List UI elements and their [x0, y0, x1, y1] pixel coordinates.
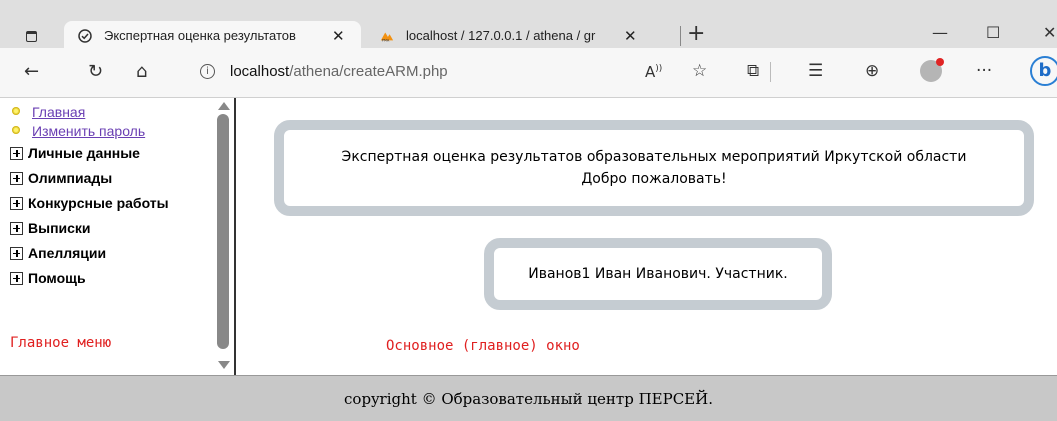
main-frame: Экспертная оценка результатов образовате… [238, 98, 1057, 375]
tree-item-appeals[interactable]: Апелляции [10, 245, 106, 261]
welcome-text: Добро пожаловать! [581, 171, 727, 187]
home-icon[interactable]: ⌂ [136, 61, 147, 82]
expand-icon[interactable] [10, 146, 23, 160]
toolbar-separator [770, 62, 771, 82]
tab-bar: Экспертная оценка результатов ✕ PMA loca… [0, 0, 1057, 50]
left-menu-frame: Главная Изменить пароль Личные данные Ол… [0, 98, 236, 375]
minimize-icon[interactable]: — [932, 23, 948, 42]
expand-icon[interactable] [10, 171, 23, 185]
tab-title: localhost / 127.0.0.1 / athena / gr [406, 28, 596, 43]
expand-icon[interactable] [10, 271, 23, 285]
tab-separator [680, 26, 681, 46]
phpmyadmin-icon: PMA [380, 29, 394, 43]
user-info-panel: Иванов1 Иван Иванович. Участник. [484, 238, 832, 310]
new-tab-icon[interactable]: + [687, 21, 705, 46]
menu-link-label[interactable]: Главная [32, 104, 85, 120]
check-circle-icon [78, 28, 92, 43]
expand-icon[interactable] [10, 221, 23, 235]
tree-item-personal-data[interactable]: Личные данные [10, 145, 140, 161]
close-tab-icon[interactable]: ✕ [624, 27, 637, 45]
favorites-icon[interactable]: ☰ [808, 61, 823, 81]
notification-dot [936, 58, 944, 66]
extensions-icon[interactable]: ⧉ [747, 61, 759, 81]
menu-link-label[interactable]: Изменить пароль [32, 123, 145, 139]
navigation-bar: ← ↻ ⌂ i localhost/athena/createARM.php A… [0, 48, 1057, 98]
info-icon[interactable]: i [200, 64, 215, 79]
url-text[interactable]: localhost/athena/createARM.php [230, 63, 448, 80]
copyright-text: copyright © Образовательный центр ПЕРСЕЙ… [344, 389, 713, 408]
window-menu-icon[interactable] [26, 31, 37, 42]
close-tab-icon[interactable]: ✕ [332, 27, 345, 45]
scroll-down-icon[interactable] [218, 361, 230, 369]
collections-icon[interactable]: ⊕ [865, 61, 879, 81]
refresh-icon[interactable]: ↻ [88, 61, 103, 82]
tab-inactive[interactable]: PMA localhost / 127.0.0.1 / athena / gr … [366, 21, 666, 50]
site-title: Экспертная оценка результатов образовате… [341, 149, 967, 165]
left-scrollbar[interactable] [214, 98, 234, 375]
close-window-icon[interactable]: ✕ [1043, 23, 1056, 42]
bullet-icon [12, 126, 20, 134]
main-frame-note: Основное (главное) окно [386, 338, 580, 354]
bing-icon[interactable]: b [1030, 56, 1057, 86]
tab-active[interactable]: Экспертная оценка результатов ✕ [64, 21, 361, 50]
back-icon[interactable]: ← [24, 61, 39, 82]
maximize-icon[interactable]: ☐ [986, 23, 1000, 42]
expand-icon[interactable] [10, 196, 23, 210]
menu-link-home[interactable]: Главная [12, 104, 85, 120]
expand-icon[interactable] [10, 246, 23, 260]
more-options-icon[interactable]: ··· [976, 61, 992, 81]
tree-item-olympiads[interactable]: Олимпиады [10, 170, 112, 186]
header-panel: Экспертная оценка результатов образовате… [274, 120, 1034, 216]
tree-item-competition-works[interactable]: Конкурсные работы [10, 195, 169, 211]
favorite-add-icon[interactable]: ☆ [692, 61, 707, 81]
footer: copyright © Образовательный центр ПЕРСЕЙ… [0, 375, 1057, 421]
tab-title: Экспертная оценка результатов [104, 28, 296, 43]
bullet-icon [12, 107, 20, 115]
scroll-thumb[interactable] [217, 114, 229, 349]
left-frame-note: Главное меню [10, 335, 112, 351]
scroll-up-icon[interactable] [218, 102, 230, 110]
tree-item-extracts[interactable]: Выписки [10, 220, 91, 236]
tree-item-help[interactable]: Помощь [10, 270, 86, 286]
address-bar[interactable]: i localhost/athena/createARM.php [180, 53, 770, 91]
user-info: Иванов1 Иван Иванович. Участник. [528, 266, 788, 282]
profile-avatar[interactable] [920, 58, 944, 82]
svg-text:PMA: PMA [382, 38, 390, 42]
menu-link-change-password[interactable]: Изменить пароль [12, 123, 145, 139]
read-aloud-icon[interactable]: A)) [645, 63, 662, 81]
